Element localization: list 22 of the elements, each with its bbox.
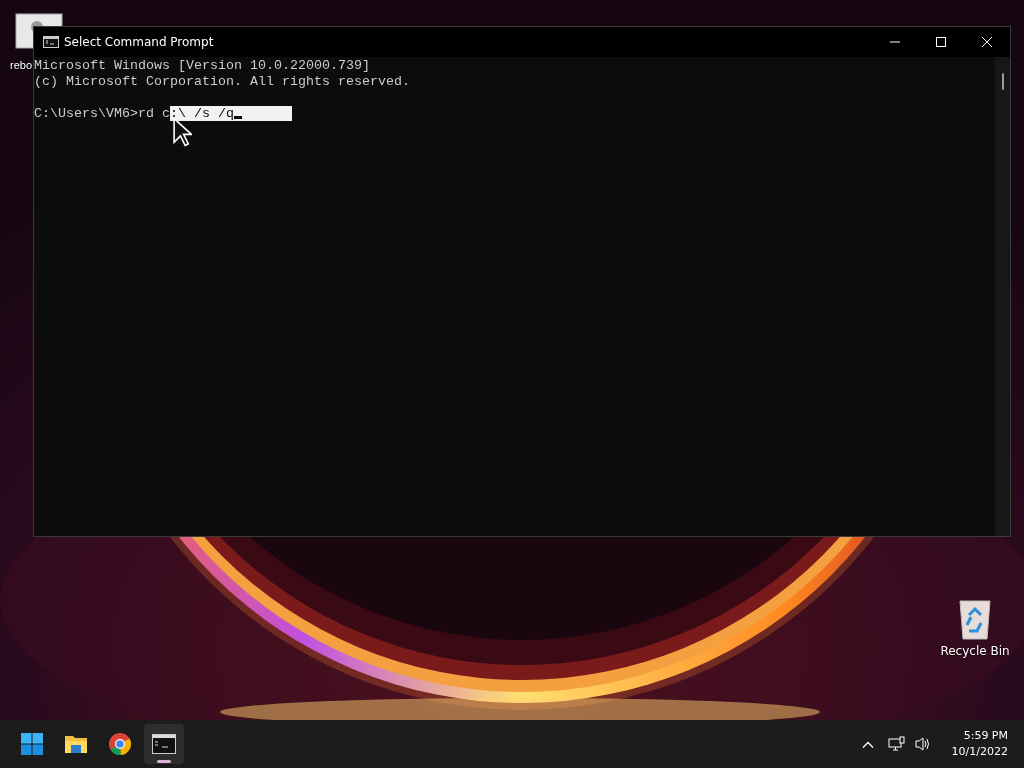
console-text: C:\Users\VM6>rd c [34, 106, 170, 121]
window-title: Select Command Prompt [64, 35, 215, 49]
icon-label[interactable]: Recycle Bin [940, 644, 1010, 658]
recycle-bin-icon[interactable] [957, 597, 993, 641]
speaker-icon[interactable] [913, 736, 932, 752]
clock-time: 5:59 PM [963, 728, 1008, 744]
icon-label[interactable]: rebo [10, 59, 33, 71]
selected-text: :\ /s /q [170, 106, 292, 121]
scrollbar[interactable] [995, 57, 1010, 536]
terminal-icon[interactable] [144, 724, 184, 764]
chevron-up-icon[interactable] [861, 739, 874, 749]
network-icon[interactable] [887, 736, 906, 752]
scrollbar-thumb[interactable] [1001, 73, 1004, 90]
clock-date: 10/1/2022 [951, 744, 1008, 760]
console-text: (c) Microsoft Corporation. All rights reserved. [34, 74, 410, 89]
console-text: Microsoft Windows [Version 10.0.22000.739] [34, 58, 370, 73]
close-icon [981, 36, 993, 48]
clock[interactable]: 5:59 PM 10/1/2022 [951, 728, 1008, 760]
maximize-icon [935, 36, 947, 48]
mouse-pointer-icon [172, 117, 192, 147]
terminal-icon [43, 36, 59, 48]
text-cursor [234, 116, 242, 119]
